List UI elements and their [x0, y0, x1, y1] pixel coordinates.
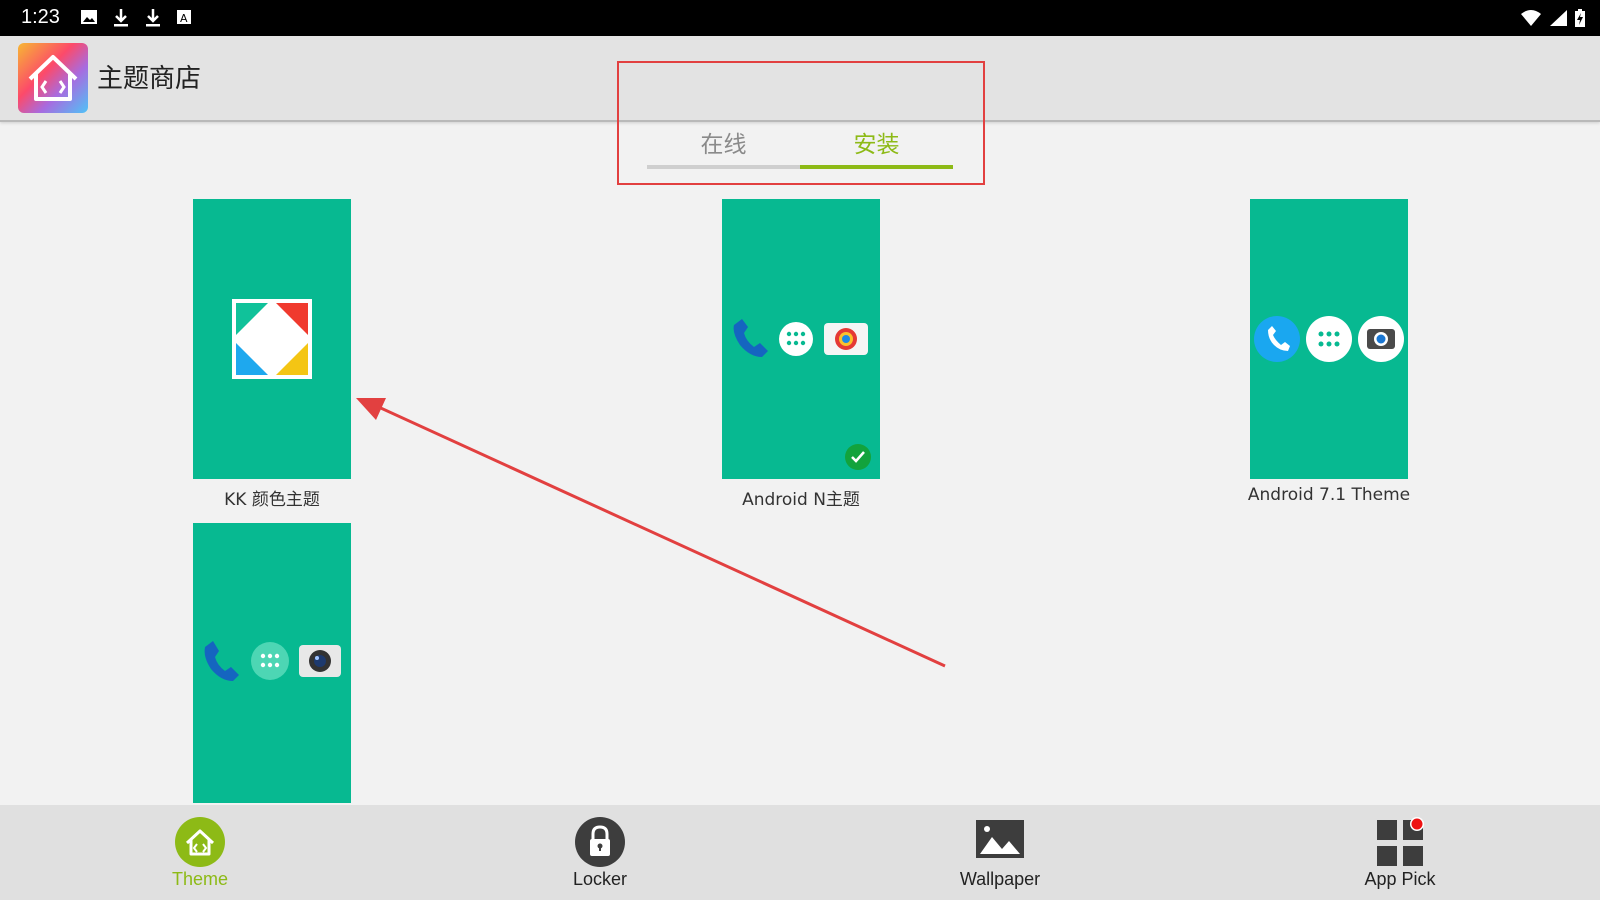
theme-home-icon [175, 817, 225, 867]
annotation-arrow [356, 398, 946, 668]
notification-badge [1411, 818, 1423, 830]
nav-locker[interactable]: Locker [500, 805, 700, 900]
lock-icon [575, 817, 625, 867]
bottom-nav: Theme Locker Wallpaper App Pick [0, 805, 1600, 900]
nav-wallpaper-label: Wallpaper [959, 869, 1041, 889]
nav-locker-label: Locker [572, 869, 628, 889]
nav-app-pick[interactable]: App Pick [1300, 805, 1500, 900]
image-icon [976, 820, 1024, 858]
nav-wallpaper[interactable]: Wallpaper [900, 805, 1100, 900]
nav-theme-label: Theme [171, 869, 229, 889]
nav-app-pick-label: App Pick [1364, 869, 1436, 889]
apps-grid-icon [1377, 817, 1424, 866]
nav-theme[interactable]: Theme [100, 805, 300, 900]
